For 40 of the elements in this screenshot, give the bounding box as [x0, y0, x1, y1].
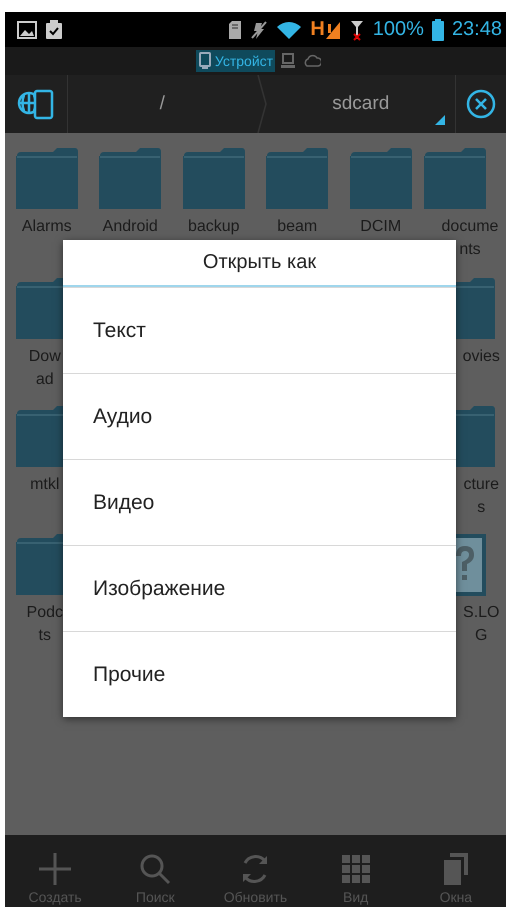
plus-icon	[39, 853, 72, 885]
wifi-icon	[276, 20, 302, 40]
file-name: S.LO G	[462, 603, 500, 646]
menu-item[interactable]: Аудио	[63, 373, 456, 459]
file-name: ovies	[462, 347, 501, 367]
storage-switch-icon[interactable]	[17, 87, 55, 121]
clipboard-icon	[45, 20, 63, 40]
file-name: Dow ad	[28, 347, 62, 390]
dialog-title: Открыть как	[63, 240, 456, 287]
location-tab[interactable]: Устройст	[196, 50, 276, 72]
path-segment[interactable]: /	[160, 93, 165, 115]
search-icon	[139, 853, 172, 885]
menu-item[interactable]: Прочие	[63, 631, 456, 717]
cloud-icon	[303, 53, 322, 69]
file-name: beam	[276, 217, 318, 237]
file-name: cture s	[462, 475, 500, 518]
battery-percent: 100%	[372, 18, 424, 41]
signal-icon	[324, 20, 341, 40]
menu-item[interactable]: Видео	[63, 459, 456, 545]
close-icon[interactable]	[466, 89, 496, 119]
file-name: Podc ts	[26, 603, 64, 646]
grid-icon	[340, 853, 372, 885]
image-icon	[17, 20, 37, 38]
dropdown-corner-icon	[435, 115, 445, 125]
sd-card-icon	[228, 20, 242, 40]
file-name: Android	[102, 217, 159, 237]
file-name: Alarms	[20, 217, 73, 237]
menu-item[interactable]: Текст	[63, 287, 456, 373]
menu-item[interactable]: Изображение	[63, 545, 456, 631]
phone-icon	[198, 52, 212, 70]
laptop-icon	[281, 53, 296, 69]
clock: 23:48	[452, 18, 502, 41]
file-name: mtkl	[29, 475, 60, 495]
network-type: H	[310, 18, 325, 41]
file-name: backup	[186, 217, 241, 237]
battery-icon	[432, 18, 444, 40]
file-name: DCIM	[359, 217, 402, 237]
no-signal-icon	[348, 18, 365, 40]
chevron-separator-icon	[256, 75, 266, 133]
path-segment[interactable]: sdcard	[332, 93, 390, 115]
